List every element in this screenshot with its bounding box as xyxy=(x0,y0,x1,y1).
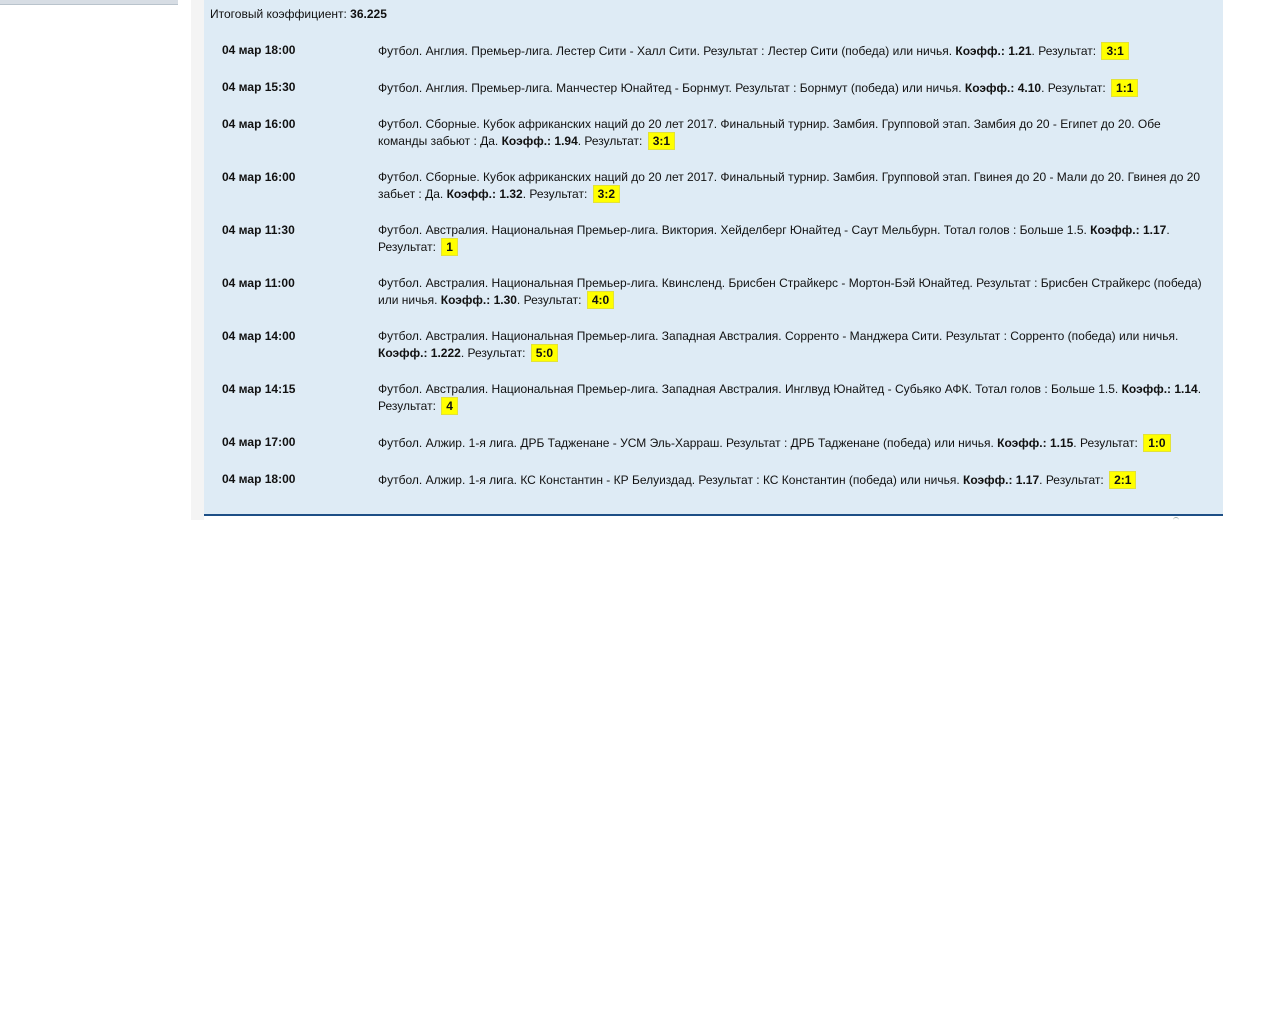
bet-time: 04 мар 16:00 xyxy=(222,170,296,184)
odds-value: 1.17 xyxy=(1015,473,1040,487)
bet-time: 04 мар 17:00 xyxy=(222,435,296,449)
bet-description: Футбол. Австралия. Национальная Премьер-… xyxy=(378,382,1202,415)
bet-text: Футбол. Англия. Премьер-лига. Манчестер … xyxy=(378,81,962,95)
bet-text: Футбол. Сборные. Кубок африканских наций… xyxy=(378,117,1161,148)
odds-value: 1.32 xyxy=(499,187,523,201)
result-badge: 5:0 xyxy=(530,344,559,362)
result-badge: 2:1 xyxy=(1109,471,1137,489)
odds-value: 4.10 xyxy=(1017,81,1042,95)
bet-description: Футбол. Австралия. Национальная Премьер-… xyxy=(378,276,1202,309)
bet-time: 04 мар 18:00 xyxy=(222,43,296,57)
odds-value: 1.94 xyxy=(554,134,578,148)
result-badge: 1 xyxy=(441,238,458,256)
odds-label: Коэфф.: xyxy=(1090,223,1140,237)
odds-label: Коэфф.: xyxy=(378,346,428,360)
bet-description: Футбол. Алжир. 1-я лига. КС Константин -… xyxy=(378,471,1210,489)
odds-label: Коэфф.: xyxy=(446,187,497,201)
odds-value: 1.15 xyxy=(1049,436,1074,450)
result-label: Результат: xyxy=(529,187,588,201)
top-left-frame-edge xyxy=(0,0,178,5)
result-label: Результат: xyxy=(523,293,582,307)
bet-time: 04 мар 14:00 xyxy=(222,329,296,343)
result-label: Результат: xyxy=(1038,44,1097,58)
odds-label: Коэфф.: xyxy=(501,134,552,148)
bet-time: 04 мар 14:15 xyxy=(222,382,296,396)
total-odds-line: Итоговый коэффициент: 36.225 xyxy=(210,7,387,21)
result-badge: 3:1 xyxy=(1101,42,1129,60)
bet-description: Футбол. Сборные. Кубок африканских наций… xyxy=(378,170,1201,203)
bet-time: 04 мар 15:30 xyxy=(222,80,296,94)
result-label: Результат: xyxy=(1079,436,1138,450)
odds-value: 1.30 xyxy=(493,293,517,307)
bet-time: 04 мар 18:00 xyxy=(222,472,296,486)
bet-text: Футбол. Австралия. Национальная Премьер-… xyxy=(378,382,1119,396)
odds-label: Коэфф.: xyxy=(1121,382,1172,396)
result-badge: 1:1 xyxy=(1111,79,1139,97)
result-label: Результат: xyxy=(378,399,436,413)
total-odds-value: 36.225 xyxy=(350,7,387,21)
bet-text: Футбол. Австралия. Национальная Премьер-… xyxy=(378,329,1179,343)
result-label: Результат: xyxy=(1045,473,1104,487)
bet-description: Футбол. Австралия. Национальная Премьер-… xyxy=(378,223,1170,256)
odds-label: Коэфф.: xyxy=(964,81,1015,95)
result-label: Результат: xyxy=(584,134,643,148)
bet-details-panel: Итоговый коэффициент: 36.225 04 мар 18:0… xyxy=(204,0,1223,516)
odds-value: 1.21 xyxy=(1008,44,1032,58)
result-badge: 4:0 xyxy=(586,291,615,309)
bet-description: Футбол. Англия. Премьер-лига. Манчестер … xyxy=(378,79,1210,97)
result-badge: 3:2 xyxy=(592,185,620,203)
total-odds-label: Итоговый коэффициент: xyxy=(210,7,347,21)
result-label: Результат: xyxy=(467,346,526,360)
panel-side-gutter xyxy=(191,0,204,520)
result-badge: 4 xyxy=(441,397,458,415)
bet-text: Футбол. Алжир. 1-я лига. ДРБ Тадженане -… xyxy=(378,436,994,450)
result-badge: 1:0 xyxy=(1143,434,1171,452)
bet-description: Футбол. Алжир. 1-я лига. ДРБ Тадженане -… xyxy=(378,434,1210,452)
bet-text: Футбол. Алжир. 1-я лига. КС Константин -… xyxy=(378,473,960,487)
bet-time: 04 мар 16:00 xyxy=(222,117,296,131)
bet-text: Футбол. Англия. Премьер-лига. Лестер Сит… xyxy=(378,44,953,58)
odds-value: 1.222 xyxy=(430,346,461,360)
result-label: Результат: xyxy=(378,240,436,254)
bet-text: Футбол. Австралия. Национальная Премьер-… xyxy=(378,223,1087,237)
odds-label: Коэфф.: xyxy=(440,293,491,307)
bet-description: Футбол. Австралия. Национальная Премьер-… xyxy=(378,329,1179,362)
bet-description: Футбол. Сборные. Кубок африканских наций… xyxy=(378,117,1161,150)
odds-label: Коэфф.: xyxy=(963,473,1013,487)
bet-description: Футбол. Англия. Премьер-лига. Лестер Сит… xyxy=(378,42,1210,60)
odds-value: 1.17 xyxy=(1142,223,1167,237)
corner-decoration xyxy=(1173,517,1179,521)
odds-value: 1.14 xyxy=(1174,382,1198,396)
bet-time: 04 мар 11:30 xyxy=(222,223,295,237)
bet-time: 04 мар 11:00 xyxy=(222,276,295,290)
result-label: Результат: xyxy=(1047,81,1106,95)
result-badge: 3:1 xyxy=(647,132,676,150)
odds-label: Коэфф.: xyxy=(997,436,1047,450)
odds-label: Коэфф.: xyxy=(955,44,1005,58)
